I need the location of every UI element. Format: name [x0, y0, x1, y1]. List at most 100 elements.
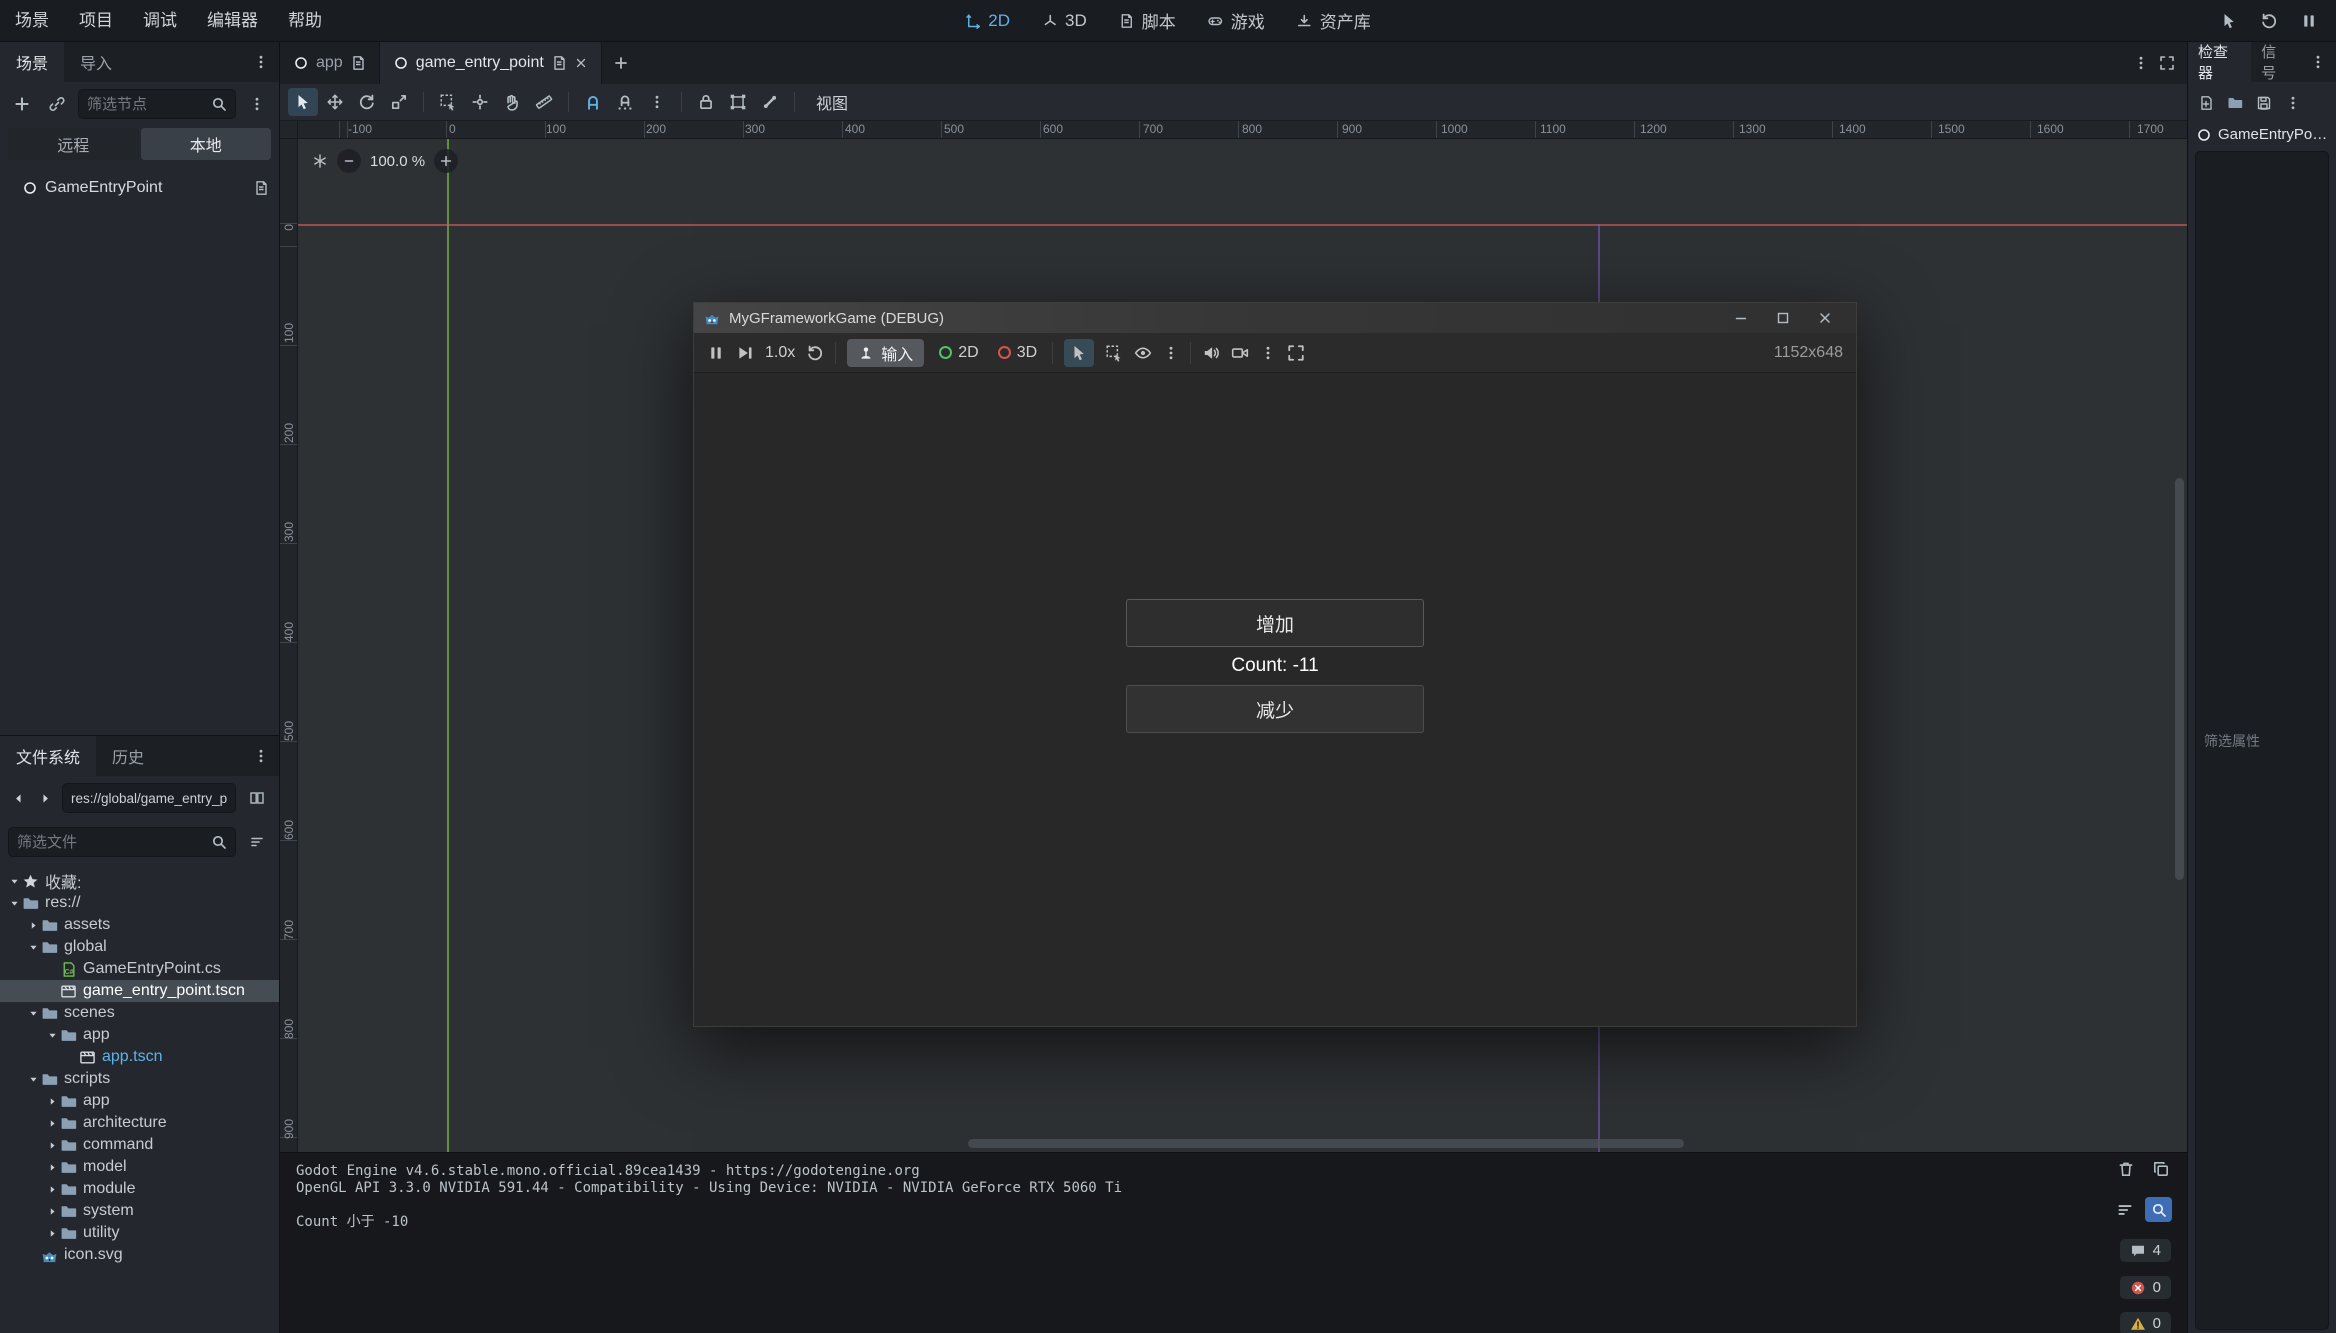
workspace-2d[interactable]: 2D: [965, 11, 1010, 31]
close-button[interactable]: [1804, 303, 1846, 333]
skeleton-options-button[interactable]: [755, 88, 785, 116]
vertical-scrollbar[interactable]: [2175, 478, 2184, 880]
add-scene-tab-button[interactable]: [602, 42, 640, 84]
group-selected-button[interactable]: [723, 88, 753, 116]
select-tool-button[interactable]: [288, 88, 318, 116]
chevron-right-icon[interactable]: [45, 1118, 60, 1129]
minimize-button[interactable]: [1720, 303, 1762, 333]
path-input[interactable]: [71, 791, 227, 806]
maximize-button[interactable]: [1762, 303, 1804, 333]
messages-badge[interactable]: 4: [2120, 1239, 2171, 1262]
chevron-down-icon[interactable]: [26, 1074, 41, 1085]
tab-inspector[interactable]: 检查器: [2188, 42, 2251, 82]
tree-item-res-root[interactable]: res://: [0, 892, 279, 914]
save-resource-button[interactable]: [2251, 89, 2277, 117]
path-field[interactable]: [62, 783, 236, 813]
rotate-tool-button[interactable]: [352, 88, 382, 116]
local-button[interactable]: 本地: [141, 128, 272, 160]
pick-options-kebab-icon[interactable]: [1163, 345, 1179, 361]
resource-options-button[interactable]: [2280, 89, 2306, 117]
search-output-button[interactable]: [2145, 1197, 2172, 1222]
back-button[interactable]: [8, 784, 28, 812]
horizontal-scrollbar[interactable]: [968, 1139, 1684, 1148]
new-resource-button[interactable]: [2193, 89, 2219, 117]
tree-item-game-entry-point-tscn[interactable]: game_entry_point.tscn: [0, 980, 279, 1002]
chevron-down-icon[interactable]: [26, 942, 41, 953]
tree-item-module[interactable]: module: [0, 1178, 279, 1200]
split-view-button[interactable]: [243, 784, 271, 812]
chevron-right-icon[interactable]: [45, 1184, 60, 1195]
close-tab-icon[interactable]: [574, 56, 588, 70]
game-debug-window[interactable]: MyGFrameworkGame (DEBUG) 1.0x 输入 2D: [693, 302, 1857, 1027]
tree-item-scenes[interactable]: scenes: [0, 1002, 279, 1024]
add-node-button[interactable]: [8, 90, 36, 118]
scene-tab-app[interactable]: app: [280, 42, 380, 84]
output-options-icon[interactable]: [2116, 1201, 2134, 1219]
pan-tool-button[interactable]: [497, 88, 527, 116]
errors-badge[interactable]: 0: [2120, 1276, 2171, 1299]
camera-override-icon[interactable]: [1231, 344, 1249, 362]
workspace-script[interactable]: 脚本: [1119, 8, 1176, 33]
chevron-down-icon[interactable]: [7, 876, 22, 887]
workspace-game[interactable]: 游戏: [1208, 8, 1265, 33]
suspend-icon[interactable]: [707, 344, 725, 362]
chevron-down-icon[interactable]: [45, 1030, 60, 1041]
menu-help[interactable]: 帮助: [273, 0, 337, 42]
menu-editor[interactable]: 编辑器: [192, 0, 273, 42]
workspace-assetlib[interactable]: 资产库: [1297, 8, 1371, 33]
scene-tree-node-root[interactable]: GameEntryPoint: [0, 172, 279, 204]
instance-scene-button[interactable]: [43, 90, 71, 118]
tree-item-scenes-app[interactable]: app: [0, 1024, 279, 1046]
tree-item-global[interactable]: global: [0, 936, 279, 958]
tab-scene[interactable]: 场景: [0, 42, 64, 82]
scale-tool-button[interactable]: [384, 88, 414, 116]
copy-output-icon[interactable]: [2152, 1160, 2170, 1178]
tree-item-icon-svg[interactable]: icon.svg: [0, 1244, 279, 1266]
zoom-in-button[interactable]: [434, 149, 458, 173]
attached-script-icon[interactable]: [253, 180, 269, 196]
input-mode-toggle[interactable]: 输入: [847, 339, 924, 367]
menu-scene[interactable]: 场景: [0, 0, 64, 42]
game-options-kebab-icon[interactable]: [1260, 345, 1276, 361]
pause-icon[interactable]: [2300, 12, 2318, 30]
grid-snap-button[interactable]: [610, 88, 640, 116]
mode-3d-button[interactable]: 3D: [994, 344, 1041, 362]
filesystem-dock-menu[interactable]: [243, 736, 279, 776]
chevron-down-icon[interactable]: [7, 898, 22, 909]
pick-cursor-icon[interactable]: [2220, 12, 2238, 30]
remote-button[interactable]: 远程: [8, 128, 139, 160]
tree-item-app-tscn[interactable]: app.tscn: [0, 1046, 279, 1068]
speed-select[interactable]: 1.0x: [765, 344, 795, 362]
fullscreen-icon[interactable]: [1287, 344, 1305, 362]
chevron-right-icon[interactable]: [45, 1228, 60, 1239]
scene-dock-menu[interactable]: [243, 42, 279, 82]
tab-list-kebab-icon[interactable]: [2133, 55, 2149, 71]
zoom-out-button[interactable]: [337, 149, 361, 173]
increase-button[interactable]: 增加: [1126, 599, 1424, 647]
tree-item-favorites[interactable]: 收藏:: [0, 870, 279, 892]
tree-options-button[interactable]: [243, 90, 271, 118]
smart-snap-button[interactable]: [578, 88, 608, 116]
inspector-dock-menu[interactable]: [2300, 42, 2336, 82]
restart-icon[interactable]: [2260, 12, 2278, 30]
tree-item-gameentrypoint-cs[interactable]: GameEntryPoint.cs: [0, 958, 279, 980]
tab-signals[interactable]: 信号: [2251, 42, 2300, 82]
warnings-badge[interactable]: 0: [2120, 1312, 2171, 1333]
menu-project[interactable]: 项目: [64, 0, 128, 42]
camera-view-icon[interactable]: [1134, 344, 1152, 362]
tree-item-command[interactable]: command: [0, 1134, 279, 1156]
tree-item-model[interactable]: model: [0, 1156, 279, 1178]
tree-item-scripts-app[interactable]: app: [0, 1090, 279, 1112]
workspace-3d[interactable]: 3D: [1042, 11, 1087, 31]
scene-tab-game-entry-point[interactable]: game_entry_point: [380, 42, 602, 84]
rect-select-icon[interactable]: [1105, 344, 1123, 362]
filter-properties-field[interactable]: [2195, 151, 2329, 1330]
pivot-tool-button[interactable]: [465, 88, 495, 116]
chevron-right-icon[interactable]: [45, 1096, 60, 1107]
next-frame-icon[interactable]: [736, 344, 754, 362]
tree-item-system[interactable]: system: [0, 1200, 279, 1222]
chevron-down-icon[interactable]: [26, 1008, 41, 1019]
pick-mode-button[interactable]: [1064, 339, 1094, 367]
snap-options-button[interactable]: [642, 88, 672, 116]
distraction-free-icon[interactable]: [2159, 55, 2175, 71]
